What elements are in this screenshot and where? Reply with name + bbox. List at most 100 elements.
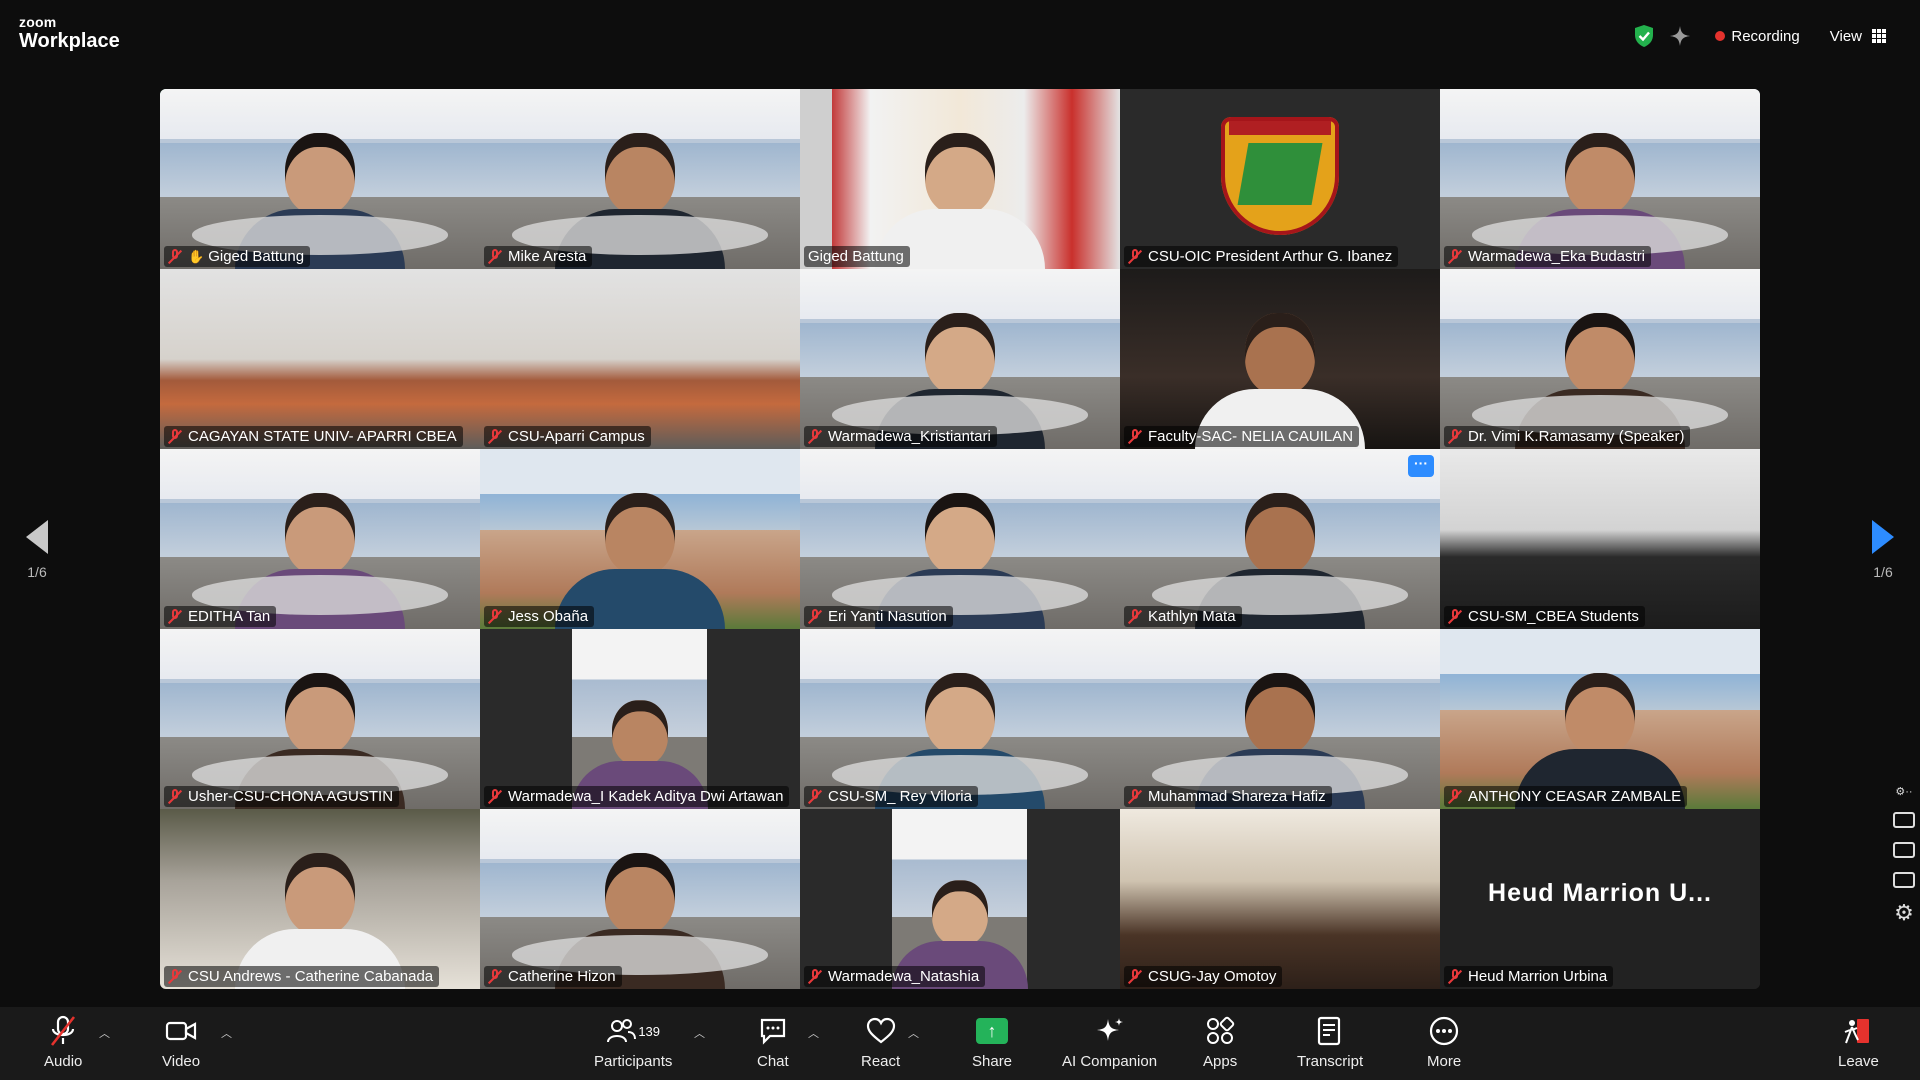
mic-muted-icon [1447, 788, 1463, 805]
leave-label: Leave [1838, 1053, 1879, 1070]
participant-tile[interactable]: Faculty-SAC- NELIA CAUILAN [1120, 269, 1440, 449]
video-options-caret-icon[interactable]: ︿ [221, 1025, 232, 1041]
screen-icon[interactable] [1893, 872, 1915, 888]
participant-tile[interactable]: CSUG-Jay Omotoy [1120, 809, 1440, 989]
apps-button[interactable]: Apps [1203, 1015, 1237, 1070]
arrow-right-icon[interactable] [1872, 520, 1894, 554]
participant-nameplate: CSUG-Jay Omotoy [1124, 966, 1283, 987]
participant-tile[interactable]: ANTHONY CEASAR ZAMBALE [1440, 629, 1760, 809]
participant-nameplate: Usher-CSU-CHONA AGUSTIN [164, 786, 400, 807]
participants-options-caret-icon[interactable]: ︿ [694, 1025, 705, 1041]
participants-icon: 139 [606, 1015, 660, 1047]
recording-indicator[interactable]: Recording [1715, 28, 1800, 45]
leave-button[interactable]: Leave [1838, 1015, 1879, 1070]
participant-tile[interactable]: CSU Andrews - Catherine Cabanada [160, 809, 480, 989]
participant-tile[interactable]: CSU-SM_ Rey Viloria [800, 629, 1120, 809]
mic-muted-icon [167, 248, 183, 265]
participant-tile[interactable]: Warmadewa_Kristiantari [800, 269, 1120, 449]
share-screen-icon: ↑ [976, 1018, 1009, 1044]
audio-label: Audio [44, 1053, 83, 1070]
participant-tile[interactable]: Jess Obaña [480, 449, 800, 629]
security-shield-icon[interactable] [1633, 24, 1655, 48]
participant-nameplate: Kathlyn Mata [1124, 606, 1242, 627]
participant-tile[interactable]: CSU-SM_CBEA Students [1440, 449, 1760, 629]
mic-muted-icon [1127, 608, 1143, 625]
video-feed [1120, 449, 1440, 629]
transcript-label: Transcript [1297, 1053, 1364, 1070]
participant-tile[interactable]: Dr. Vimi K.Ramasamy (Speaker) [1440, 269, 1760, 449]
participant-name: Usher-CSU-CHONA AGUSTIN [188, 788, 394, 805]
apps-label: Apps [1203, 1053, 1238, 1070]
mic-muted-icon [1447, 248, 1463, 265]
video-button[interactable]: Video [162, 1015, 200, 1070]
mic-muted-icon [487, 968, 503, 985]
mic-muted-icon [167, 968, 183, 985]
zoom-logo: zoom Workplace [19, 15, 120, 51]
participant-nameplate: Heud Marrion Urbina [1444, 966, 1614, 987]
participant-tile[interactable]: Eri Yanti Nasution [800, 449, 1120, 629]
tile-more-button[interactable]: ··· [1408, 455, 1434, 477]
participant-name: Heud Marrion Urbina [1468, 968, 1608, 985]
react-options-caret-icon[interactable]: ︿ [908, 1025, 919, 1041]
previous-page[interactable]: 1/6 [17, 520, 57, 580]
chat-button[interactable]: Chat [757, 1015, 789, 1070]
participant-tile[interactable]: ··· Kathlyn Mata [1120, 449, 1440, 629]
ai-companion-button[interactable]: AI Companion [1062, 1015, 1157, 1070]
participant-tile[interactable]: Heud Marrion U... Heud Marrion Urbina [1440, 809, 1760, 989]
participant-name: Giged Battung [808, 248, 904, 265]
video-camera-icon [165, 1015, 197, 1047]
video-feed [480, 629, 800, 809]
video-feed [1440, 269, 1760, 449]
recording-dot-icon [1715, 31, 1726, 41]
participant-tile[interactable]: CSU-Aparri Campus [480, 269, 800, 449]
participant-name: CSU Andrews - Catherine Cabanada [188, 968, 434, 985]
participant-nameplate: CSU Andrews - Catherine Cabanada [164, 966, 440, 987]
participant-nameplate: ANTHONY CEASAR ZAMBALE [1444, 786, 1688, 807]
participant-tile[interactable]: Warmadewa_Eka Budastri [1440, 89, 1760, 269]
participant-tile[interactable]: Muhammad Shareza Hafiz [1120, 629, 1440, 809]
microphone-muted-icon [48, 1015, 78, 1047]
settings-gear-icon[interactable]: ⚙ [1894, 902, 1914, 924]
mic-muted-icon [487, 428, 503, 445]
participant-tile[interactable]: CAGAYAN STATE UNIV- APARRI CBEA [160, 269, 480, 449]
ai-companion-label: AI Companion [1062, 1053, 1158, 1070]
participant-tile[interactable]: EDITHA Tan [160, 449, 480, 629]
video-feed [480, 809, 800, 989]
mic-muted-icon [487, 788, 503, 805]
participants-count: 139 [638, 1023, 661, 1039]
chat-options-caret-icon[interactable]: ︿ [808, 1025, 819, 1041]
next-page[interactable]: 1/6 [1863, 520, 1903, 580]
ai-companion-sparkle-icon [1095, 1015, 1125, 1047]
participant-tile[interactable]: Mike Aresta [480, 89, 800, 269]
participants-button[interactable]: 139 Participants [594, 1015, 672, 1070]
apps-icon [1205, 1015, 1235, 1047]
ai-sparkle-icon[interactable] [1669, 25, 1691, 47]
participant-tile[interactable]: Usher-CSU-CHONA AGUSTIN [160, 629, 480, 809]
video-feed [1120, 89, 1440, 269]
video-feed [1120, 629, 1440, 809]
more-button[interactable]: More [1427, 1015, 1461, 1070]
transcript-button[interactable]: Transcript [1297, 1015, 1363, 1070]
react-button[interactable]: React [861, 1015, 900, 1070]
side-menu-icon[interactable]: ⚙·· [1895, 785, 1912, 798]
transcript-document-icon [1316, 1015, 1344, 1047]
participant-name: CSU-SM_CBEA Students [1468, 608, 1639, 625]
video-camera-icon[interactable] [1893, 842, 1915, 858]
video-feed [1120, 269, 1440, 449]
video-feed [160, 89, 480, 269]
participant-tile[interactable]: Catherine Hizon [480, 809, 800, 989]
participant-tile[interactable]: Warmadewa_I Kadek Aditya Dwi Artawan [480, 629, 800, 809]
audio-options-caret-icon[interactable]: ︿ [99, 1025, 110, 1041]
view-button[interactable]: View [1830, 28, 1886, 45]
participant-tile[interactable]: ✋ Giged Battung [160, 89, 480, 269]
participant-tile[interactable]: Warmadewa_Natashia [800, 809, 1120, 989]
participant-name: Jess Obaña [508, 608, 589, 625]
audio-button[interactable]: Audio [44, 1015, 82, 1070]
participant-tile[interactable]: CSU-OIC President Arthur G. Ibanez [1120, 89, 1440, 269]
participant-nameplate: CSU-Aparri Campus [484, 426, 651, 447]
camera-snapshot-icon[interactable] [1893, 812, 1915, 828]
participant-tile[interactable]: Giged Battung [800, 89, 1120, 269]
mic-muted-icon [1127, 788, 1143, 805]
share-button[interactable]: ↑ Share [972, 1015, 1012, 1070]
arrow-left-icon[interactable] [26, 520, 48, 554]
